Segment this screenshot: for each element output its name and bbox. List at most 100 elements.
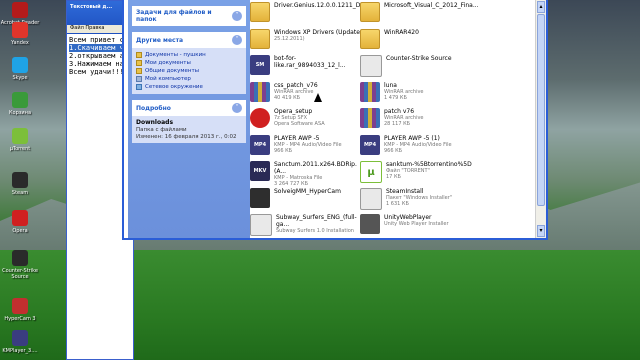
file-item[interactable]: Subway_Surfers_ENG_(full-ga... Subway Sur… — [250, 214, 365, 238]
details-header[interactable]: Подробно ˄ — [132, 100, 246, 116]
scrollbar-thumb[interactable] — [537, 14, 545, 206]
desktop-icon[interactable]: Opera — [0, 210, 40, 234]
file-detail: Unity Web Player Installer — [384, 221, 449, 227]
app-icon — [12, 330, 28, 346]
desktop-icon-label: Opera — [12, 228, 28, 234]
file-item[interactable]: Opera_setup 7z Setup SFX Opera Software AS… — [250, 108, 365, 132]
file-detail: KMP - MP4 Audio/Video File — [384, 141, 452, 148]
file-item[interactable]: SolveigMM_HyperCam — [250, 187, 365, 212]
desktop-icon[interactable]: HyperCam 3 — [0, 298, 40, 322]
desktop-icon[interactable]: µTorrent — [0, 128, 40, 152]
file-detail: Opera Software ASA — [274, 121, 325, 127]
file-detail: 25.12.2011) — [274, 35, 305, 42]
place-link-my-documents[interactable]: Мои документы — [136, 59, 242, 67]
file-tasks-panel: Задачи для файлов и папок ˅ — [132, 6, 246, 26]
file-item[interactable]: MP4 PLAYER AWP -5 (1) KMP - MP4 Audio/Vide… — [360, 134, 475, 159]
place-label: Мой компьютер — [145, 76, 191, 82]
mp4-file-icon: MP4 — [360, 134, 380, 155]
file-item[interactable]: MP4 PLAYER AWP -5 KMP - MP4 Audio/Video Fi… — [250, 134, 365, 159]
file-name: Microsoft_Visual_C_2012_Fina... — [384, 2, 479, 9]
file-item[interactable]: Counter-Strike Source — [360, 55, 475, 79]
msi-file-icon — [360, 187, 382, 210]
file-item[interactable]: patch v76 WinRAR archive 28 117 КБ — [360, 108, 475, 132]
file-detail: 28 117 КБ — [384, 121, 411, 127]
file-name: PLAYER AWP -5 — [274, 134, 320, 142]
file-detail: Subway Surfers 1.0 Installation — [276, 228, 354, 234]
unity-file-icon — [360, 214, 380, 234]
file-item[interactable]: Microsoft_Visual_C_2012_Fina... — [360, 2, 479, 26]
vertical-scrollbar[interactable]: ▴ ▾ — [535, 0, 546, 238]
file-name: Sanctum.2011.x264.BDRip.(A... — [274, 161, 357, 175]
file-detail: 17 КБ — [386, 174, 401, 180]
file-name: WinRAR420 — [384, 28, 419, 36]
folder-icon — [136, 60, 142, 66]
app-icon — [12, 57, 28, 73]
file-name: sanktum-%5Btorrentino%5D — [386, 161, 472, 168]
place-link-my-computer[interactable]: Мой компьютер — [136, 75, 242, 83]
file-name: Opera_setup — [274, 108, 313, 115]
file-item[interactable]: SteamInstall Пакет "Windows Installer" 1 6… — [360, 187, 475, 212]
details-panel: Подробно ˄ Downloads Папка с файлами Изм… — [132, 100, 246, 143]
mouse-cursor — [314, 93, 322, 102]
explorer-window[interactable]: Задачи для файлов и папок ˅ Другие места… — [122, 0, 548, 240]
scroll-up-button[interactable]: ▴ — [537, 1, 545, 13]
opera-file-icon — [250, 108, 270, 128]
desktop-icon[interactable]: Steam — [0, 172, 40, 196]
mp4-file-icon: MP4 — [250, 134, 270, 155]
folder-icon — [136, 68, 142, 74]
computer-icon — [136, 76, 142, 82]
file-tasks-title: Задачи для файлов и папок — [136, 9, 212, 23]
file-item[interactable]: luna WinRAR archive 1 479 КБ — [360, 81, 475, 106]
desktop-icon[interactable]: Корзина — [0, 92, 40, 116]
details-name: Downloads — [136, 119, 174, 126]
desktop-icon-label: KMPlayer_3.... — [2, 348, 38, 354]
desktop-icon-label: Skype — [12, 75, 28, 81]
file-name: UnityWebPlayer — [384, 214, 432, 221]
file-name: css_patch_v76 — [274, 81, 318, 89]
desktop-icon[interactable]: Skype — [0, 57, 40, 81]
details-title: Подробно — [136, 104, 171, 112]
desktop-icon-label: Yandex — [11, 40, 29, 46]
file-name: SteamInstall — [386, 187, 424, 195]
folder-file-icon — [250, 28, 270, 49]
chevron-down-icon[interactable]: ˅ — [232, 11, 242, 21]
file-item[interactable]: MKV Sanctum.2011.x264.BDRip.(A... KMP - Ma… — [250, 161, 365, 187]
chevron-up-icon[interactable]: ˄ — [232, 103, 242, 113]
file-detail: 40 419 КБ — [274, 94, 301, 101]
file-item[interactable]: Driver.Genius.12.0.0.1211_D... — [250, 2, 367, 26]
file-name: Counter-Strike Source — [386, 55, 452, 62]
file-item[interactable]: UnityWebPlayer Unity Web Player Installer — [360, 214, 475, 238]
scroll-down-button[interactable]: ▾ — [537, 225, 545, 237]
file-tasks-header[interactable]: Задачи для файлов и папок ˅ — [132, 6, 246, 26]
mkv-file-icon: MKV — [250, 161, 270, 181]
place-label: Общие документы — [145, 68, 200, 74]
file-detail: 966 КБ — [384, 147, 403, 154]
place-link-shared-documents[interactable]: Общие документы — [136, 67, 242, 75]
file-item[interactable]: µ sanktum-%5Btorrentino%5D Файл "TORRENT" 1… — [360, 161, 475, 185]
desktop-icon[interactable]: Counter-Strike Source — [0, 250, 40, 280]
file-item[interactable]: Windows XP Drivers (Update 25.12.2011) — [250, 28, 365, 53]
app-icon — [12, 2, 28, 18]
details-modified: Изменен: 16 февраля 2013 г., 0:02 — [136, 134, 237, 140]
rar-file-icon — [360, 108, 380, 128]
file-item[interactable]: css_patch_v76 WinRAR archive 40 419 КБ — [250, 81, 365, 106]
file-detail: Пакет "Windows Installer" — [386, 194, 453, 201]
file-detail: 1 631 КБ — [386, 200, 409, 207]
file-name: luna — [384, 81, 397, 89]
desktop-icon[interactable]: Yandex — [0, 22, 40, 46]
file-name: bot-for-like.rar_9894033_12_l... — [274, 55, 346, 69]
msi-file-icon — [250, 214, 272, 236]
file-detail: 1 479 КБ — [384, 94, 407, 101]
desktop-icon-label: Counter-Strike Source — [2, 268, 38, 280]
place-label: Документы - пушкин — [145, 52, 206, 58]
file-name: Driver.Genius.12.0.0.1211_D... — [274, 2, 367, 9]
other-places-header[interactable]: Другие места ˄ — [132, 32, 246, 48]
file-item[interactable]: WinRAR420 — [360, 28, 475, 53]
file-item[interactable]: SM bot-for-like.rar_9894033_12_l... — [250, 55, 365, 79]
chevron-up-icon[interactable]: ˄ — [232, 35, 242, 45]
place-link-network[interactable]: Сетевое окружение — [136, 83, 242, 91]
desktop-icon[interactable]: KMPlayer_3.... — [0, 330, 40, 354]
app-icon — [12, 172, 28, 188]
place-link-documents-user[interactable]: Документы - пушкин — [136, 51, 242, 59]
sm-file-icon: SM — [250, 55, 270, 75]
